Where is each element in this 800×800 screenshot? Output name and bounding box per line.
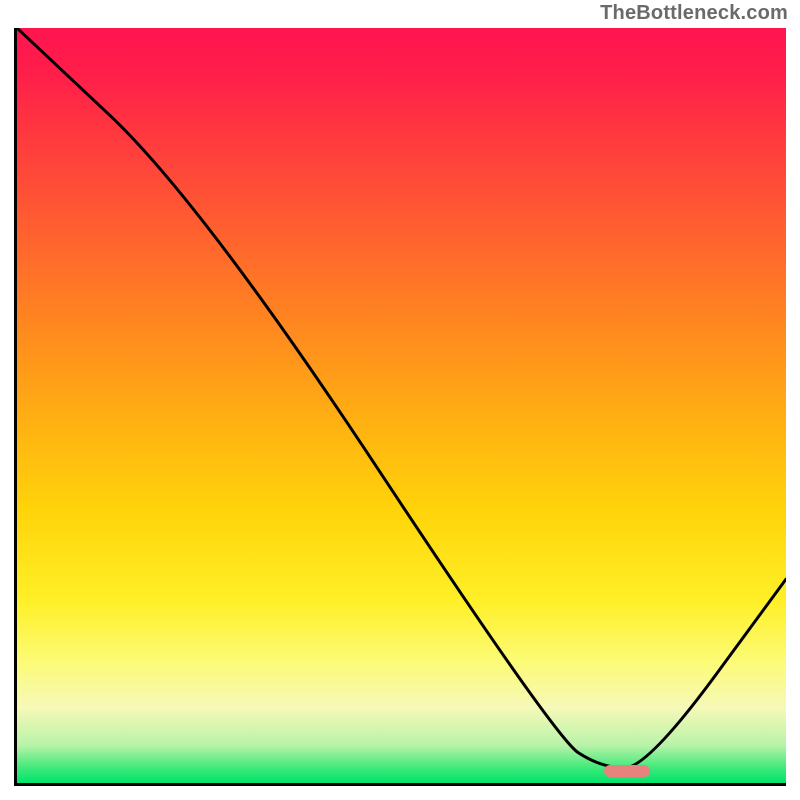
bottleneck-curve — [17, 28, 786, 783]
optimal-marker — [604, 765, 650, 777]
attribution-text: TheBottleneck.com — [600, 2, 788, 25]
plot-area — [14, 28, 786, 786]
